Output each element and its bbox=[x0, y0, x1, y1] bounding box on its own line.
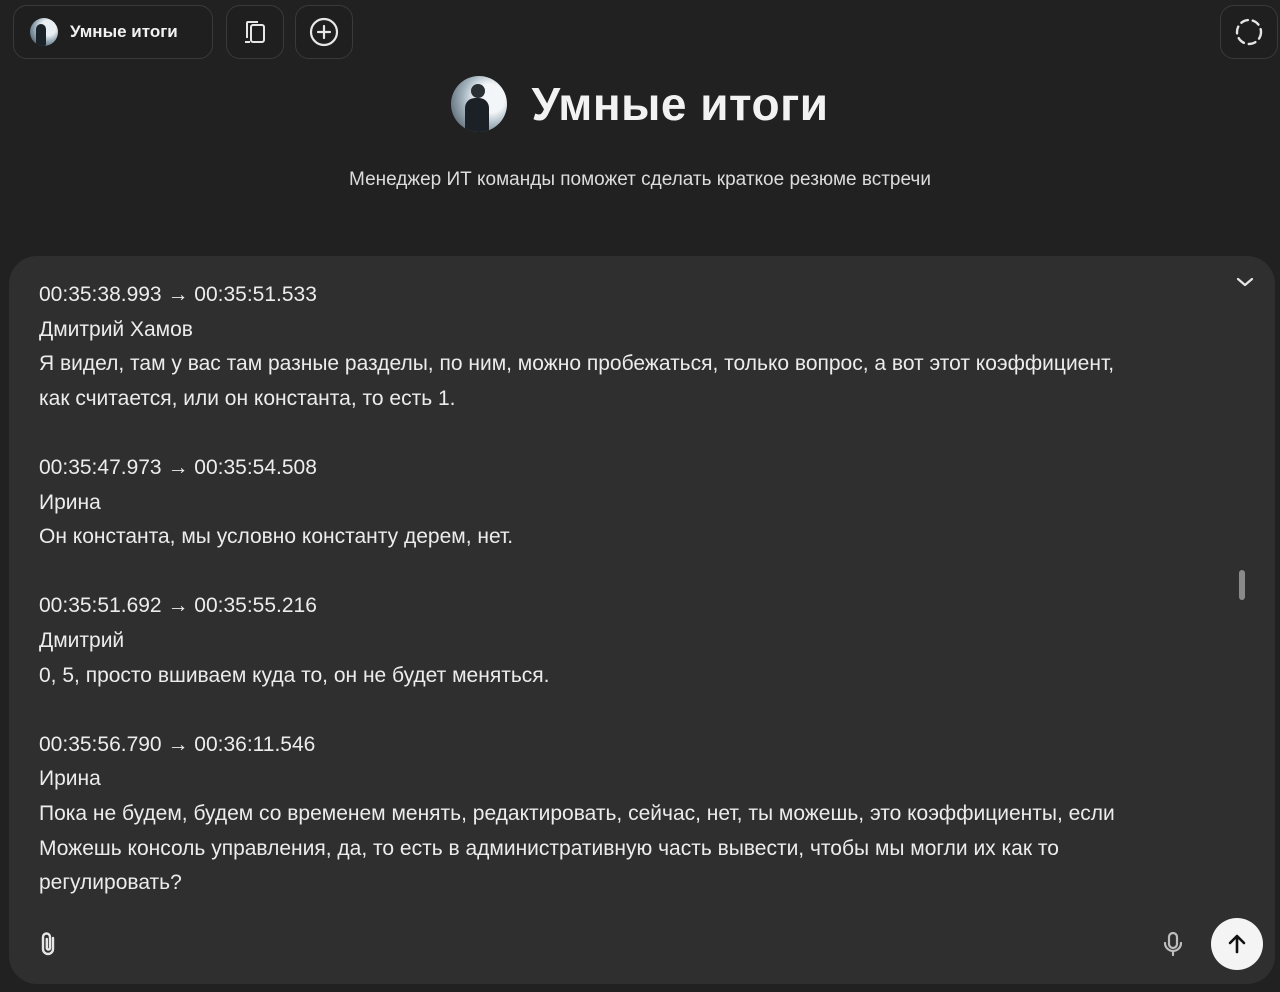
paperclip-icon bbox=[41, 932, 55, 956]
entry-speaker: Дмитрий bbox=[39, 628, 125, 652]
gpt-switcher-button[interactable]: Умные итоги bbox=[13, 5, 213, 59]
entry-timestamp: 00:35:56.790 → 00:36:11.546 bbox=[39, 732, 316, 756]
dashed-circle-icon bbox=[1235, 18, 1263, 46]
entry-line: Пока не будем, будем со временем менять,… bbox=[39, 801, 1115, 825]
gpt-avatar bbox=[451, 76, 508, 132]
transcript-entry: 00:35:47.973 → 00:35:54.508 Ирина Он кон… bbox=[39, 451, 1235, 555]
gpt-title: Умные итоги bbox=[531, 78, 829, 130]
plus-circle-icon bbox=[309, 17, 339, 47]
entry-timestamp: 00:35:47.973 → 00:35:54.508 bbox=[39, 455, 317, 479]
entry-timestamp: 00:35:51.692 → 00:35:55.216 bbox=[39, 594, 317, 618]
entry-speaker: Ирина bbox=[39, 490, 101, 514]
new-chat-button[interactable] bbox=[295, 5, 353, 59]
prompt-textarea[interactable]: 00:35:38.993 → 00:35:51.533 Дмитрий Хамо… bbox=[39, 278, 1235, 908]
library-icon bbox=[245, 21, 265, 43]
gpt-name: Умные итоги bbox=[70, 22, 178, 41]
avatar-icon bbox=[30, 18, 58, 46]
transcript-entry: 00:35:56.790 → 00:36:11.546 Ирина Пока н… bbox=[39, 728, 1235, 901]
transcript-entry: 00:35:51.692 → 00:35:55.216 Дмитрий 0, 5… bbox=[39, 589, 1235, 693]
entry-line: Можешь консоль управления, да, то есть в… bbox=[39, 836, 1059, 860]
gpt-description: Менеджер ИТ команды поможет сделать крат… bbox=[349, 169, 931, 190]
chevron-down-icon bbox=[1236, 277, 1254, 287]
entry-line: 0, 5, просто вшиваем куда то, он не буде… bbox=[39, 663, 550, 687]
collapse-button[interactable] bbox=[1233, 270, 1257, 294]
transcript-entry: 00:35:38.993 → 00:35:51.533 Дмитрий Хамо… bbox=[39, 278, 1235, 416]
voice-input-button[interactable] bbox=[1155, 926, 1191, 962]
temporary-chat-button[interactable] bbox=[1220, 5, 1278, 59]
entry-line: Я видел, там у вас там разные разделы, п… bbox=[39, 352, 1115, 376]
arrow-up-icon bbox=[1228, 934, 1246, 954]
entry-speaker: Дмитрий Хамов bbox=[39, 317, 193, 341]
send-button[interactable] bbox=[1211, 918, 1263, 970]
library-button[interactable] bbox=[226, 5, 284, 59]
prompt-composer[interactable]: 00:35:38.993 → 00:35:51.533 Дмитрий Хамо… bbox=[9, 256, 1275, 984]
scrollbar-thumb[interactable] bbox=[1239, 570, 1245, 600]
gpt-intro: Умные итоги Менеджер ИТ команды поможет … bbox=[0, 72, 1280, 191]
microphone-icon bbox=[1163, 931, 1183, 957]
entry-line: регулировать? bbox=[39, 871, 182, 895]
entry-speaker: Ирина bbox=[39, 767, 101, 791]
attach-button[interactable] bbox=[31, 926, 67, 962]
entry-timestamp: 00:35:38.993 → 00:35:51.533 bbox=[39, 283, 317, 306]
entry-line: Он константа, мы условно константу дерем… bbox=[39, 525, 514, 549]
entry-line: как считается, или он константа, то есть… bbox=[39, 386, 456, 410]
top-bar: Умные итоги bbox=[0, 0, 1280, 66]
